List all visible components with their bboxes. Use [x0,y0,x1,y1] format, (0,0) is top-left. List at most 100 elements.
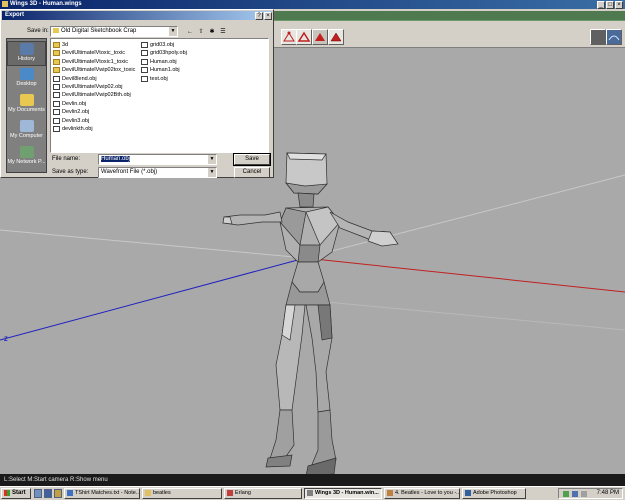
grid-line-back-right [304,174,625,259]
file-name: Devlin.obj [62,100,87,107]
task-label: TShirt Matches.txt - Note... [75,490,140,496]
back-icon[interactable]: ← [186,28,194,36]
taskbar-task[interactable]: Wings 3D - Human.win... [304,488,382,499]
vertex-select-tool[interactable] [281,29,297,45]
tray-app-icon[interactable] [581,491,587,497]
file-item[interactable]: DevilUltimatelVwip02.obj [53,83,123,91]
volume-tray-icon[interactable] [572,491,578,497]
grid-line-back-left [0,229,306,259]
edge-select-tool[interactable] [296,29,312,45]
desktop-icon [19,68,34,80]
place-my-network[interactable]: My Network P... [7,145,46,170]
file-icon [53,92,60,99]
cancel-button[interactable]: Cancel [234,167,270,178]
save-in-dropdown[interactable]: Old Digital Sketchbook Crap ▼ [50,26,178,37]
file-name: Human.obj [150,58,177,65]
smooth-shading-tool[interactable] [606,29,622,45]
place-history[interactable]: History [7,41,46,66]
place-label: History [17,56,36,62]
place-desktop[interactable]: Desktop [7,67,46,92]
geometry-title-bar [272,11,625,21]
export-dialog: Export ? × Save in: Old Digital Sketchbo… [0,9,274,178]
place-label: My Documents [8,107,45,113]
taskbar-task[interactable]: 4. Beatles - Love to you -... [384,488,460,499]
task-label: Adobe Photoshop [473,490,517,496]
chevron-down-icon: ▼ [207,155,216,164]
file-name-input[interactable]: Human.obj ▼ [98,154,217,165]
grid-line-front [304,299,625,331]
z-axis-line [0,257,306,341]
file-icon [141,42,148,48]
dialog-close-button[interactable]: × [264,12,272,20]
save-type-label: Save as type: [52,169,89,175]
file-item[interactable]: Devil8lend.obj [53,75,97,83]
task-label: 4. Beatles - Love to you -... [395,490,460,496]
file-item[interactable]: Devlin2.obj [53,108,89,116]
save-type-select[interactable]: Wavefront File (*.obj) ▼ [98,167,217,178]
network-tray-icon[interactable] [563,491,569,497]
windows-logo-icon [4,490,10,496]
computer-icon [19,120,34,132]
file-item[interactable]: grid03.obj [141,41,174,49]
file-icon [53,117,60,124]
file-name: DevilUltimatelVtoxic_toxic [62,50,125,57]
taskbar-task[interactable]: Erlang [224,488,302,499]
task-app-icon [387,490,393,496]
folder-icon [53,42,60,48]
chevron-down-icon: ▼ [207,168,216,177]
place-my-computer[interactable]: My Computer [7,119,46,144]
window-title-bar[interactable]: Wings 3D - Human.wings _ □ × [0,0,625,9]
close-button[interactable]: × [615,1,623,9]
task-app-icon [307,490,313,496]
start-button[interactable]: Start [1,488,31,499]
file-item[interactable]: Devlin3.obj [53,117,89,125]
folder-item[interactable]: DevilUltimatelVwip02tox_toxic [53,66,135,74]
file-list[interactable]: 3d DevilUltimatelVtoxic_toxic DevilUltimat… [50,38,269,153]
quicklaunch-desktop-icon[interactable] [34,489,42,498]
save-button[interactable]: Save [233,153,271,166]
taskbar-task[interactable]: TShirt Matches.txt - Note... [64,488,140,499]
place-my-documents[interactable]: My Documents [7,93,46,118]
file-item[interactable]: grid03hpoly.obj [141,49,187,57]
human-model[interactable] [222,152,399,477]
folder-item[interactable]: 3d [53,41,68,49]
file-icon [141,58,148,65]
taskbar: Start TShirt Matches.txt - Note... beatle… [0,486,625,500]
quicklaunch-media-icon[interactable] [54,489,62,498]
file-item[interactable]: Human.obj [141,58,177,66]
file-name: grid03.obj [150,42,175,48]
folder-icon [53,58,60,65]
body-mode-icon [330,32,342,42]
dialog-help-button[interactable]: ? [255,12,263,20]
file-item[interactable]: DevilUltimatelVwip02Bth.obj [53,91,131,99]
file-item[interactable]: Devlin.obj [53,100,86,108]
dialog-title-bar[interactable]: Export ? × [2,11,272,20]
place-label: My Network P... [7,159,46,165]
file-icon [53,100,60,107]
quicklaunch-browser-icon[interactable] [44,489,52,498]
taskbar-task[interactable]: Adobe Photoshop [462,488,526,499]
new-folder-icon[interactable]: ✱ [208,28,216,36]
taskbar-task[interactable]: beatles [142,488,222,499]
dialog-title: Export [5,12,25,18]
file-item[interactable]: Human1.obj [141,66,180,74]
folder-item[interactable]: DevilUltimatelVtoxic1_toxic [53,58,128,66]
app-icon [2,1,8,7]
file-icon [141,67,148,74]
face-select-tool[interactable] [312,29,328,45]
folder-icon [53,50,60,57]
place-label: My Computer [9,133,43,139]
file-name-value: Human.obj [101,156,131,162]
maximize-button[interactable]: □ [606,1,614,9]
flat-shading-tool[interactable] [590,29,606,45]
file-name: grid03hpoly.obj [150,50,187,57]
minimize-button[interactable]: _ [597,1,605,9]
view-menu-icon[interactable]: ☰ [219,28,227,36]
body-select-tool[interactable] [328,29,344,45]
up-folder-icon[interactable]: ⇧ [197,28,205,36]
shading-icon [608,35,620,41]
folder-item[interactable]: DevilUltimatelVtoxic_toxic [53,49,125,57]
file-item[interactable]: test.obj [141,75,168,83]
file-item[interactable]: devlinkth.obj [53,125,93,133]
file-name: test.obj [150,75,168,82]
